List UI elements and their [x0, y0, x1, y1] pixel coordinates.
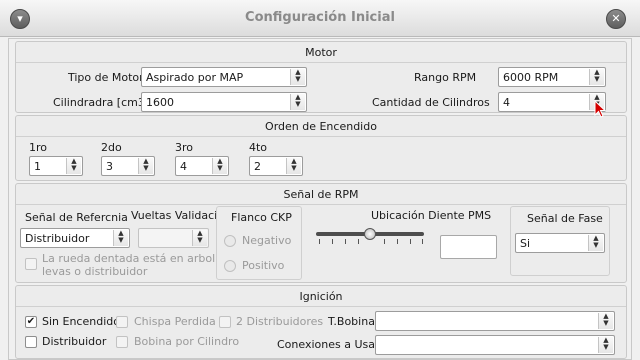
conexiones-label: Conexiones a Usar	[277, 338, 380, 351]
slider-tick	[319, 239, 320, 244]
senal-referencia-select[interactable]: Distribuidor ▲ ▼	[20, 228, 130, 248]
negativo-label: Negativo	[242, 234, 292, 247]
divider	[16, 306, 626, 307]
flanco-ckp-title: Flanco CKP	[231, 211, 292, 224]
distribuidor-label: Distribuidor	[42, 335, 107, 348]
slider-tick	[397, 239, 398, 244]
spin-arrows-icon[interactable]: ▲▼	[66, 158, 81, 174]
positivo-radio[interactable]	[224, 260, 236, 272]
spin-arrows-icon[interactable]: ▲▼	[290, 69, 305, 85]
orden-spinbox-3[interactable]: 4 ▲ ▼	[175, 156, 229, 176]
senal-referencia-value: Distribuidor	[25, 232, 90, 245]
dos-distribuidores-checkbox[interactable]	[219, 316, 231, 328]
flanco-ckp-group: Flanco CKP Negativo Positivo	[216, 206, 302, 280]
spin-arrows-icon[interactable]: ▲▼	[212, 158, 227, 174]
rpm-group: Señal de RPM Señal de Refercnia Distribu…	[15, 183, 627, 283]
slider-tick	[422, 239, 423, 244]
config-window: ▾ Configuración Inicial ✕ Motor Tipo de …	[0, 0, 640, 360]
spin-arrows-icon[interactable]: ▲▼	[290, 94, 305, 110]
orden-value-4: 2	[254, 160, 261, 173]
ignicion-group: Ignición ✔ Sin Encendido Chispa Perdida …	[15, 285, 627, 359]
window-title: Configuración Inicial	[245, 10, 395, 25]
mouse-cursor-icon	[594, 100, 607, 118]
cantidad-cilindros-label: Cantidad de Cilindros	[372, 96, 490, 109]
sin-encendido-checkbox[interactable]: ✔	[25, 316, 37, 328]
close-button[interactable]: ✕	[606, 9, 626, 29]
spin-arrows-icon[interactable]: ▲▼	[113, 230, 128, 246]
orden-group: Orden de Encendido 1ro 1 ▲ ▼ 2do 3 ▲ ▼ 3ro…	[15, 115, 627, 181]
cilindrada-value: 1600	[146, 96, 174, 109]
tipo-motor-value: Aspirado por MAP	[146, 71, 244, 84]
cantidad-cilindros-spinbox[interactable]: 4 ▲▼	[498, 92, 606, 112]
orden-label-2: 2do	[101, 141, 122, 154]
senal-fase-title: Señal de Fase	[527, 212, 603, 225]
orden-value-2: 3	[106, 160, 113, 173]
sin-encendido-label: Sin Encendido	[42, 315, 120, 328]
slider-tick	[345, 239, 346, 244]
content-area: Motor Tipo de Motor Aspirado por MAP ▲ ▼ …	[8, 38, 632, 360]
negativo-radio[interactable]	[224, 235, 236, 247]
slider-tick	[358, 239, 359, 244]
spin-arrows-icon[interactable]: ▲▼	[192, 230, 207, 246]
dos-distribuidores-label: 2 Distribuidores	[236, 315, 324, 328]
positivo-label: Positivo	[242, 259, 285, 272]
spin-arrows-icon[interactable]: ▲▼	[598, 313, 613, 329]
spin-arrows-icon[interactable]: ▲▼	[589, 69, 604, 85]
senal-fase-group: Señal de Fase Si ▲ ▼	[510, 206, 610, 276]
spin-arrows-icon[interactable]: ▲▼	[286, 158, 301, 174]
orden-spinbox-2[interactable]: 3 ▲ ▼	[101, 156, 155, 176]
close-icon: ✕	[611, 12, 621, 25]
motor-group: Motor Tipo de Motor Aspirado por MAP ▲ ▼ …	[15, 41, 627, 113]
bobina-cilindro-checkbox[interactable]	[116, 336, 128, 348]
ignicion-title: Ignición	[299, 290, 343, 303]
spin-arrows-icon[interactable]: ▲▼	[588, 235, 603, 251]
chispa-perdida-label: Chispa Perdida	[134, 315, 216, 328]
title-bar: ▾ Configuración Inicial ✕	[0, 0, 640, 37]
tipo-motor-label: Tipo de Motor	[68, 71, 144, 84]
tipo-motor-select[interactable]: Aspirado por MAP ▲ ▼	[141, 67, 307, 87]
checkmark-icon: ✔	[26, 316, 36, 327]
ubicacion-diente-label: Ubicación Diente PMS	[371, 209, 492, 222]
cilindrada-label: Cilindradra [cm3]	[53, 96, 150, 109]
distribuidor-checkbox[interactable]	[25, 336, 37, 348]
divider	[16, 204, 626, 205]
vueltas-validacion-select[interactable]: ▲ ▼	[138, 228, 209, 248]
orden-label-4: 4to	[249, 141, 268, 154]
ubicacion-diente-display	[440, 235, 497, 259]
divider	[16, 136, 626, 137]
rueda-dentada-label: La rueda dentada está en arbol de levas o…	[42, 252, 233, 278]
motor-title: Motor	[305, 46, 337, 59]
rango-rpm-value: 6000 RPM	[503, 71, 559, 84]
cantidad-cilindros-value: 4	[503, 96, 510, 109]
chispa-perdida-checkbox[interactable]	[116, 316, 128, 328]
divider	[16, 62, 626, 63]
rpm-title: Señal de RPM	[283, 188, 359, 201]
orden-value-1: 1	[34, 160, 41, 173]
orden-value-3: 4	[180, 160, 187, 173]
orden-label-3: 3ro	[175, 141, 194, 154]
tbobina-select[interactable]: ▲ ▼	[375, 311, 615, 331]
orden-spinbox-1[interactable]: 1 ▲ ▼	[29, 156, 83, 176]
rango-rpm-select[interactable]: 6000 RPM ▲ ▼	[498, 67, 606, 87]
rango-rpm-label: Rango RPM	[414, 71, 477, 84]
orden-spinbox-4[interactable]: 2 ▲ ▼	[249, 156, 303, 176]
slider-tick	[410, 239, 411, 244]
slider-tick	[332, 239, 333, 244]
orden-label-1: 1ro	[29, 141, 48, 154]
orden-title: Orden de Encendido	[265, 120, 377, 133]
senal-fase-value: Si	[520, 237, 531, 250]
cilindrada-spinbox[interactable]: 1600 ▲ ▼	[141, 92, 307, 112]
slider-tick	[384, 239, 385, 244]
rueda-dentada-checkbox[interactable]	[25, 258, 37, 270]
bobina-cilindro-label: Bobina por Cilindro	[134, 335, 240, 348]
spin-arrows-icon[interactable]: ▲▼	[138, 158, 153, 174]
conexiones-select[interactable]: ▲ ▼	[375, 335, 615, 355]
senal-referencia-label: Señal de Refercnia	[25, 211, 128, 224]
ubicacion-slider-handle[interactable]	[364, 228, 376, 240]
spin-arrows-icon[interactable]: ▲▼	[598, 337, 613, 353]
tbobina-label: T.Bobina	[328, 315, 375, 328]
senal-fase-select[interactable]: Si ▲ ▼	[515, 233, 605, 253]
